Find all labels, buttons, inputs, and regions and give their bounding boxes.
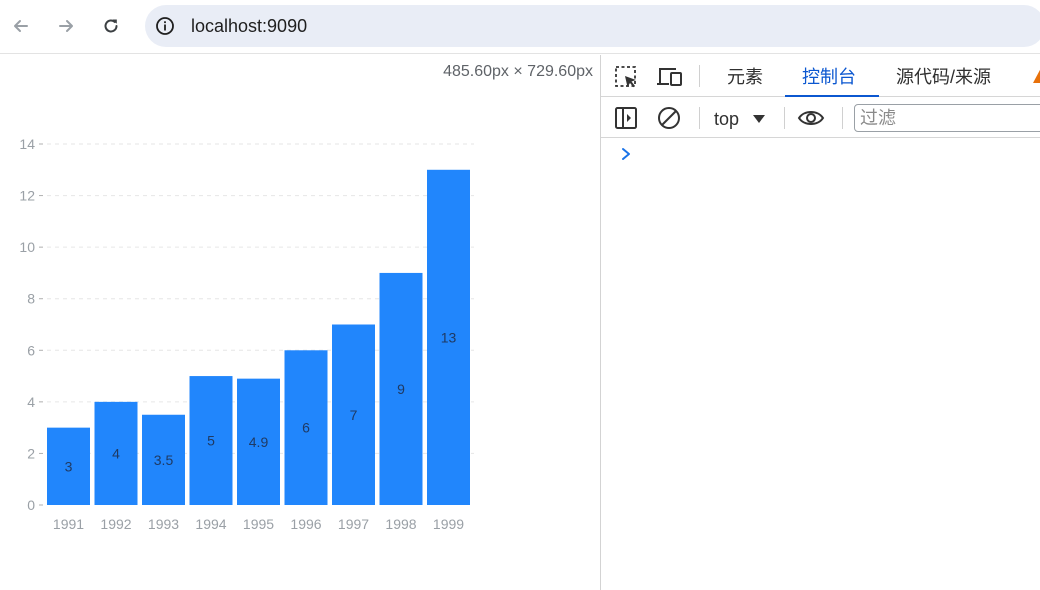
browser-toolbar: localhost:9090 bbox=[0, 0, 1040, 54]
x-tick-label: 1995 bbox=[243, 516, 274, 532]
device-toolbar-icon[interactable] bbox=[656, 64, 684, 90]
divider bbox=[842, 107, 843, 129]
active-tab-indicator bbox=[785, 95, 879, 97]
context-selector[interactable]: top bbox=[714, 107, 766, 131]
reload-icon bbox=[104, 19, 118, 33]
bar-value-label: 6 bbox=[302, 420, 310, 436]
y-tick-label: 14 bbox=[19, 136, 35, 152]
y-tick-label: 4 bbox=[27, 394, 35, 410]
chevron-down-icon bbox=[753, 115, 766, 123]
warning-icon[interactable] bbox=[1033, 68, 1040, 83]
bar-value-label: 7 bbox=[350, 407, 358, 423]
bar-value-label: 3.5 bbox=[154, 452, 174, 468]
site-info-icon[interactable] bbox=[155, 16, 175, 36]
filter-input[interactable] bbox=[854, 104, 1040, 132]
y-tick-label: 10 bbox=[19, 239, 35, 255]
bar-value-label: 4.9 bbox=[249, 434, 269, 450]
bar-value-label: 9 bbox=[397, 381, 405, 397]
x-tick-label: 1996 bbox=[290, 516, 321, 532]
url-text: localhost:9090 bbox=[191, 15, 308, 36]
devtools-panel: 元素 控制台 源代码/来源 top bbox=[600, 55, 1040, 590]
page-viewport: 485.60px × 729.60px 0 2 4 6 8 10 12 14 3 1991 4 199… bbox=[0, 55, 600, 590]
x-tick-label: 1998 bbox=[385, 516, 416, 532]
inspect-element-icon[interactable] bbox=[613, 64, 639, 90]
tab-console[interactable]: 控制台 bbox=[802, 55, 856, 97]
x-tick-label: 1991 bbox=[53, 516, 84, 532]
x-tick-label: 1997 bbox=[338, 516, 369, 532]
tab-elements[interactable]: 元素 bbox=[727, 55, 763, 97]
sidebar-toggle-icon[interactable] bbox=[614, 106, 638, 130]
x-tick-label: 1992 bbox=[100, 516, 131, 532]
eye-icon[interactable] bbox=[797, 107, 825, 129]
x-tick-label: 1994 bbox=[195, 516, 226, 532]
back-button[interactable] bbox=[6, 11, 36, 41]
y-tick-label: 6 bbox=[27, 342, 35, 358]
clear-console-icon[interactable] bbox=[657, 106, 681, 130]
bar-chart: 0 2 4 6 8 10 12 14 3 1991 4 1992 3.5 1993 5 1994 4.9 1995… bbox=[19, 136, 474, 532]
bar-value-label: 3 bbox=[65, 458, 73, 474]
divider bbox=[699, 107, 700, 129]
address-bar[interactable]: localhost:9090 bbox=[145, 5, 1040, 47]
divider bbox=[699, 65, 700, 87]
x-tick-label: 1999 bbox=[433, 516, 464, 532]
console-toolbar: top bbox=[601, 98, 1040, 138]
console-prompt-icon[interactable] bbox=[619, 147, 633, 161]
context-selector-label: top bbox=[714, 108, 740, 129]
y-tick-label: 2 bbox=[27, 445, 35, 461]
tab-sources[interactable]: 源代码/来源 bbox=[896, 55, 991, 97]
divider bbox=[784, 107, 785, 129]
arrow-left-icon bbox=[14, 20, 28, 32]
y-tick-label: 0 bbox=[27, 497, 35, 513]
bar-value-label: 5 bbox=[207, 433, 215, 449]
bar-value-label: 13 bbox=[441, 329, 457, 345]
y-tick-label: 12 bbox=[19, 188, 35, 204]
arrow-right-icon bbox=[59, 20, 73, 32]
y-tick-label: 8 bbox=[27, 291, 35, 307]
bar-value-label: 4 bbox=[112, 445, 120, 461]
forward-button[interactable] bbox=[51, 11, 81, 41]
devtools-tab-bar: 元素 控制台 源代码/来源 bbox=[601, 55, 1040, 97]
reload-button[interactable] bbox=[96, 11, 126, 41]
x-tick-label: 1993 bbox=[148, 516, 179, 532]
